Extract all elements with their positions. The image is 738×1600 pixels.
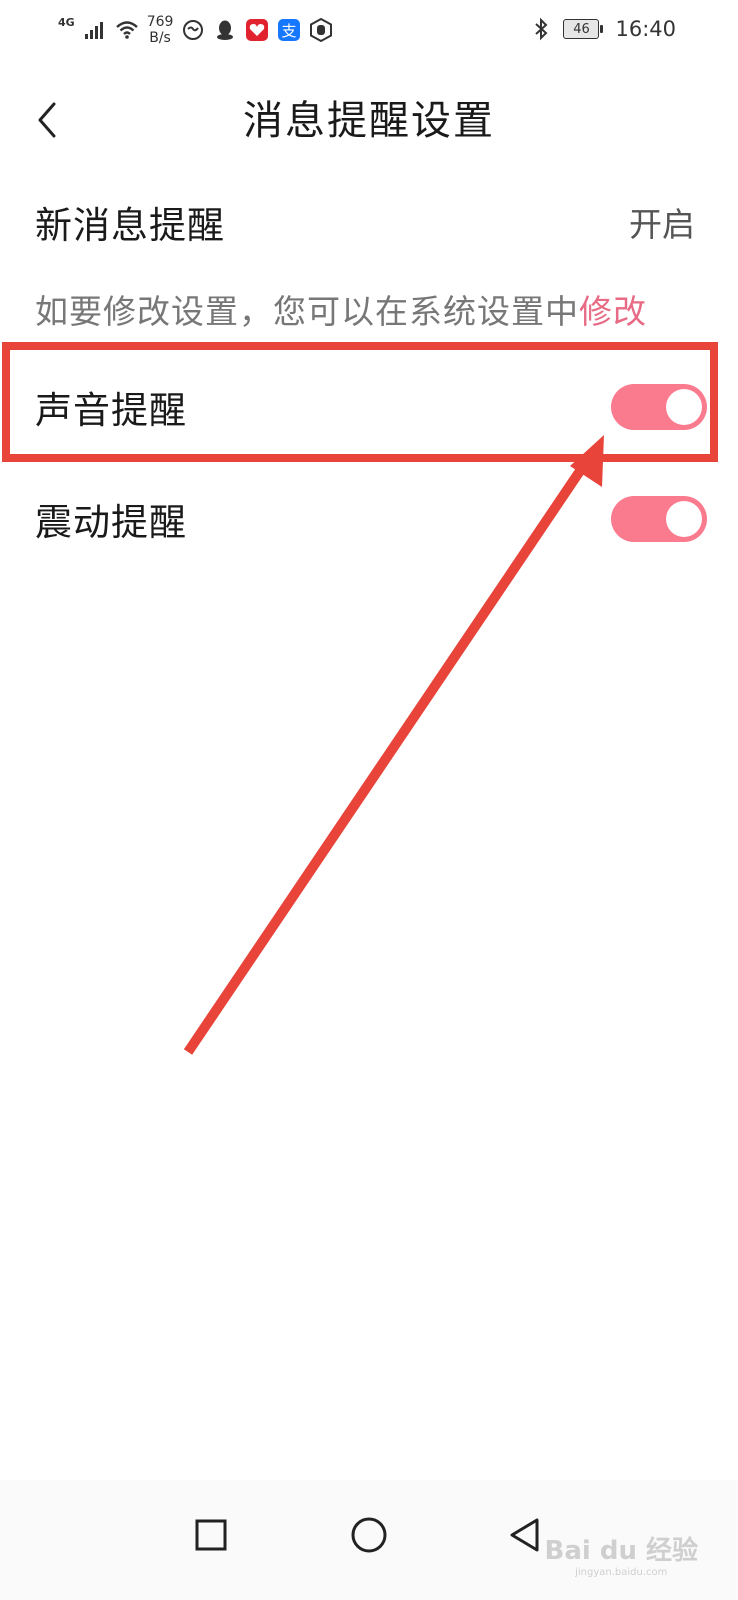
watermark-url: jingyan.baidu.com	[575, 1567, 668, 1578]
home-button[interactable]	[334, 1500, 404, 1570]
baidu-watermark: Bai du 经验 jingyan.baidu.com	[545, 1530, 699, 1578]
circle-icon	[351, 1517, 387, 1553]
square-icon	[195, 1519, 227, 1551]
annotation-arrow	[183, 435, 604, 1055]
recents-button[interactable]	[176, 1500, 246, 1570]
triangle-back-icon	[510, 1518, 539, 1552]
system-nav-bar: Bai du 经验 jingyan.baidu.com	[0, 1480, 738, 1600]
watermark-brand: Bai du 经验	[544, 1536, 699, 1566]
